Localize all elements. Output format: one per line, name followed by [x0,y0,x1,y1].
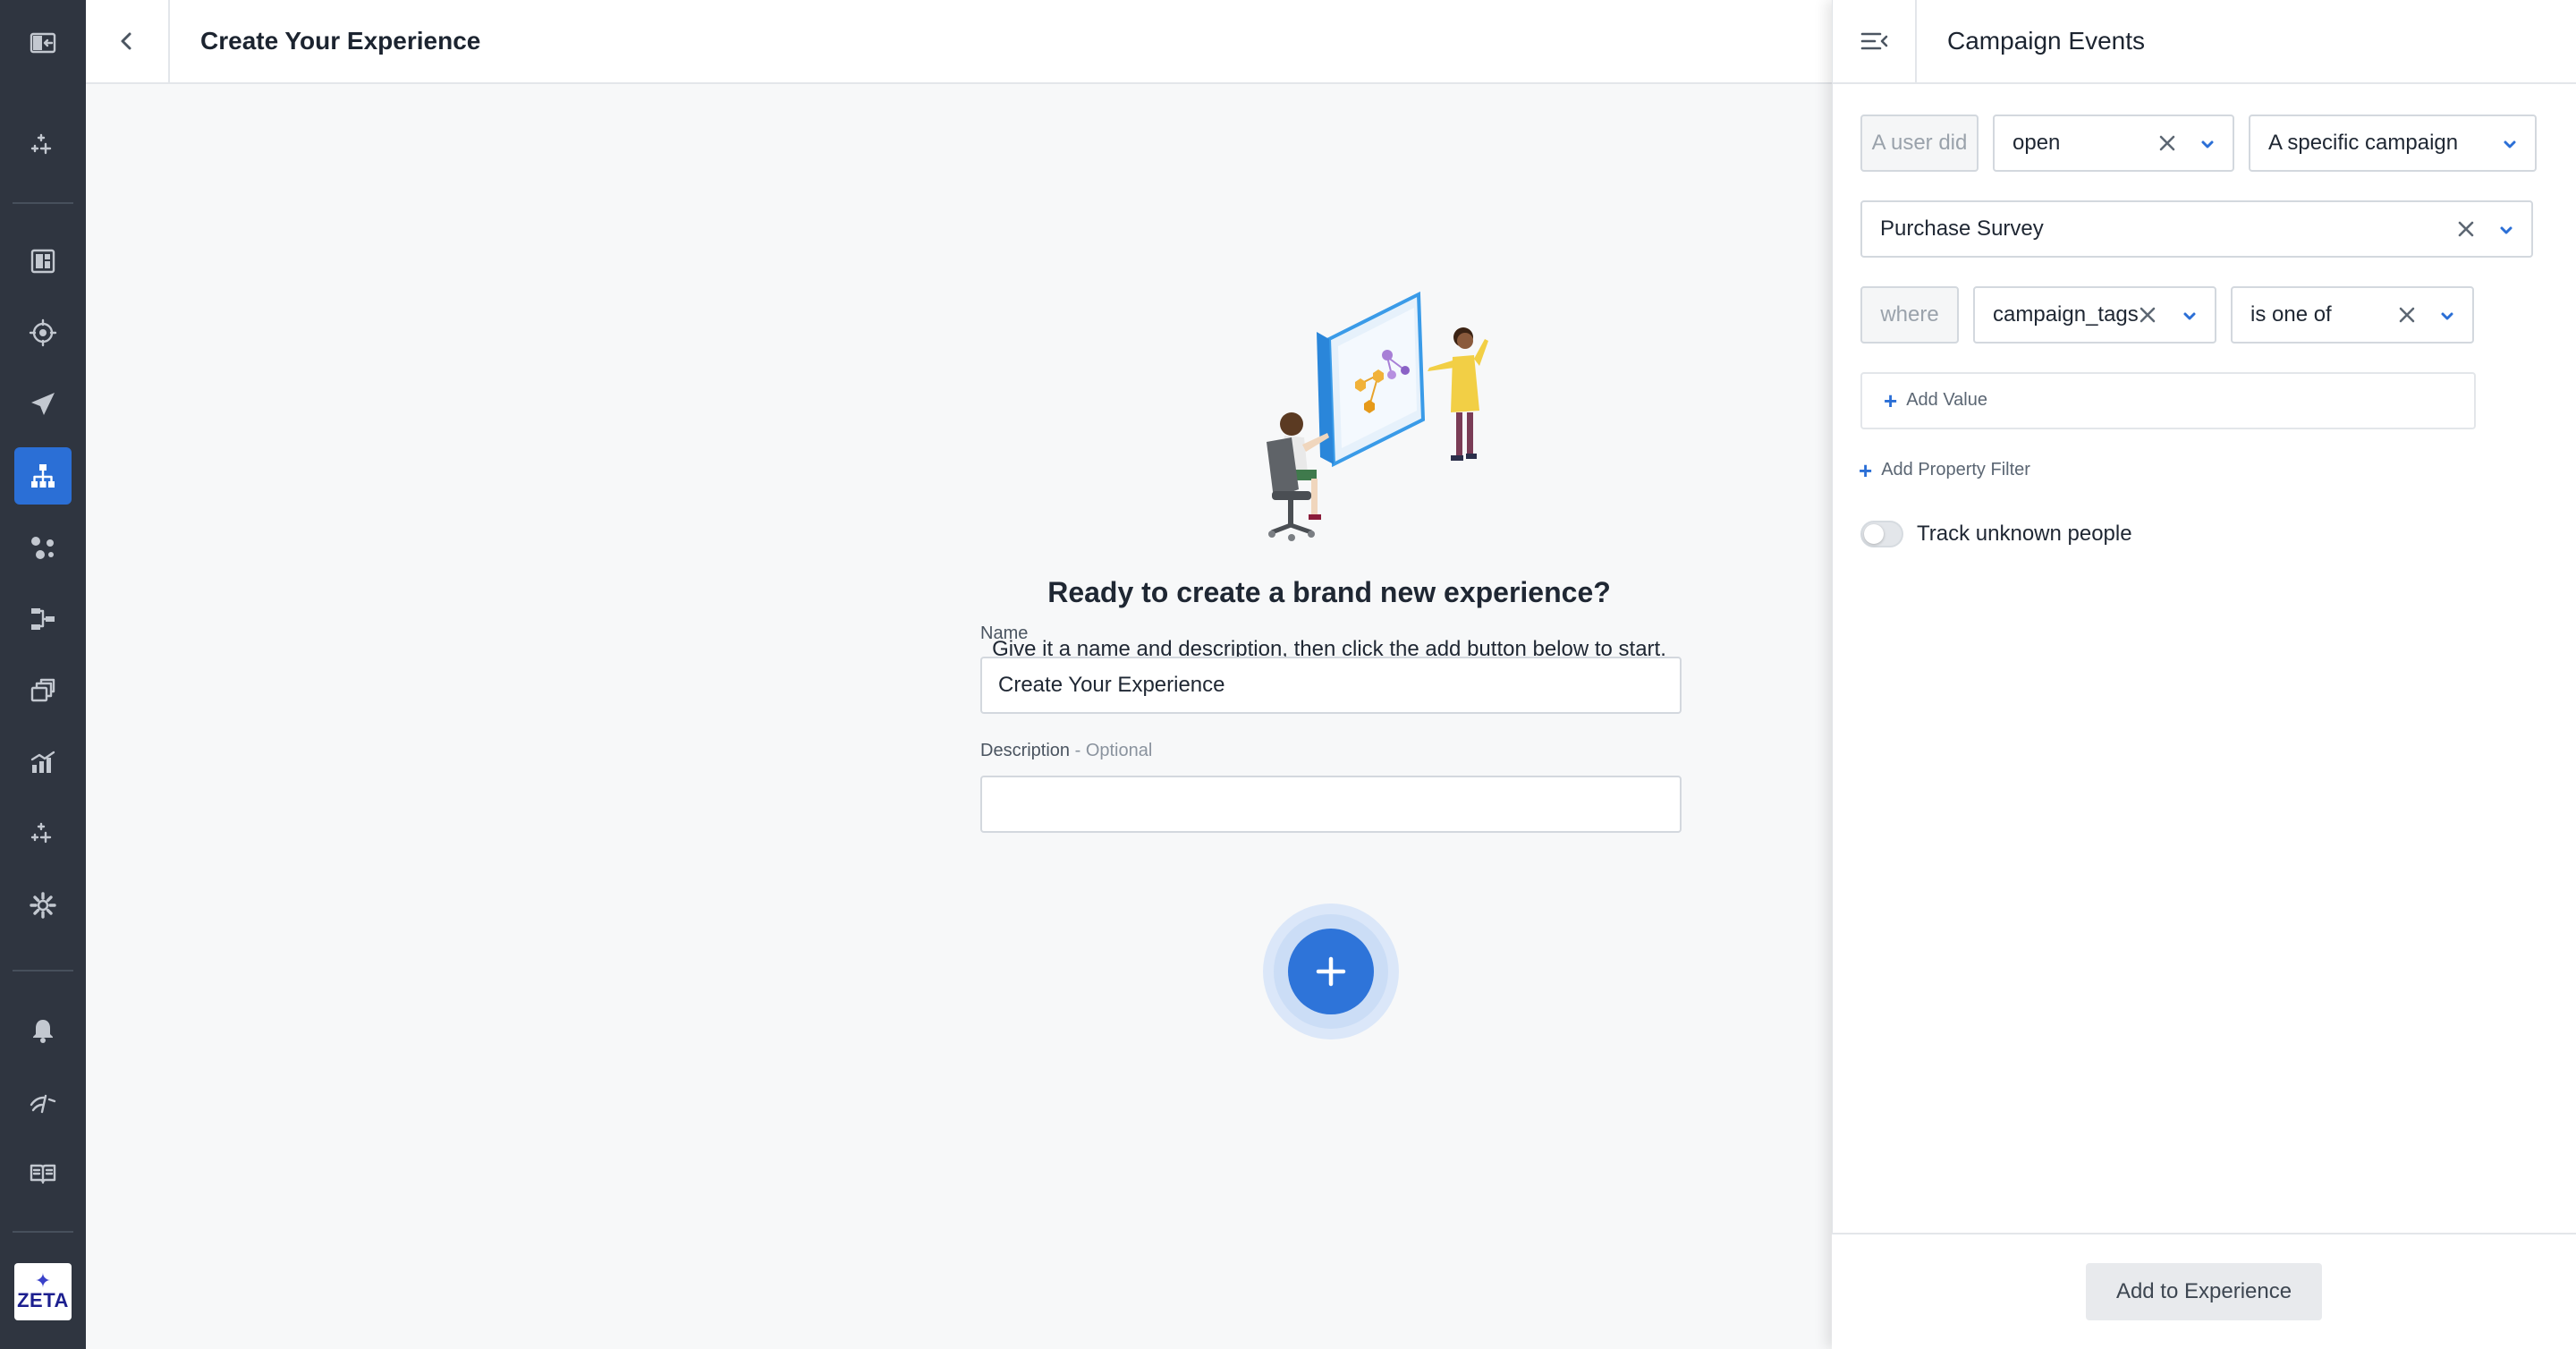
bell-icon[interactable] [14,1002,72,1059]
track-unknown-toggle[interactable] [1860,521,1903,547]
a-user-did-text: A user did [1871,131,1968,155]
add-button-halo [1263,904,1399,1039]
left-nav-rail: ✦ ZETA [0,0,86,1349]
book-icon[interactable] [14,1145,72,1202]
people-presentation-illustration [1267,291,1488,541]
plus-icon: + [1884,386,1898,414]
sparkle-icon[interactable] [14,116,72,174]
clear-action-icon[interactable] [2157,133,2177,153]
flow-icon[interactable] [14,590,72,648]
campaign-scope-select[interactable]: A specific campaign [2249,115,2537,172]
send-icon[interactable] [14,376,72,433]
clear-property-icon[interactable] [2138,305,2157,325]
rail-divider [13,1231,73,1233]
chevron-down-icon[interactable] [2199,134,2216,152]
target-icon[interactable] [14,304,72,361]
nodes-icon[interactable] [14,519,72,576]
add-button-ring [1274,914,1388,1029]
collapse-rail-icon[interactable] [14,14,72,72]
rail-divider [13,970,73,971]
chevron-down-icon[interactable] [2181,306,2199,324]
property-select[interactable]: campaign_tags [1973,286,2216,344]
name-input[interactable] [980,657,1682,714]
operator-select[interactable]: is one of [2231,286,2474,344]
description-input[interactable] [980,776,1682,833]
property-value: campaign_tags [1993,302,2139,327]
org-chart-icon[interactable] [14,447,72,505]
dashboard-icon[interactable] [14,233,72,290]
add-property-filter-label: Add Property Filter [1881,460,2030,479]
action-value: open [2012,131,2061,155]
toggle-knob [1864,524,1884,544]
plus-icon [1316,956,1346,987]
name-label-text: Name [980,624,1029,643]
add-experience-button[interactable] [1288,929,1374,1014]
signal-icon[interactable] [14,1073,72,1131]
add-value-label: Add Value [1906,390,1987,410]
campaign-scope-value: A specific campaign [2268,131,2459,155]
chevron-down-icon[interactable] [2501,134,2519,152]
optional-hint: - Optional [1070,741,1153,760]
rail-divider [13,202,73,204]
campaign-value: Purchase Survey [1880,216,2044,241]
chevron-down-icon[interactable] [2497,220,2515,238]
collapse-panel-button[interactable] [1833,0,1917,84]
add-property-filter-button[interactable]: + Add Property Filter [1859,456,2030,484]
description-label-text: Description [980,741,1071,760]
magic-icon[interactable] [14,805,72,862]
clear-operator-icon[interactable] [2397,305,2417,325]
action-select[interactable]: open [1993,115,2234,172]
description-label: Description - Optional [980,741,1152,761]
page-header: Create Your Experience [86,0,1832,84]
where-text: where [1880,302,1939,327]
back-button[interactable] [86,0,170,82]
zeta-logo-text: ZETA [17,1289,69,1311]
main-content: Ready to create a brand new experience? … [86,84,1832,1349]
chevron-left-icon [121,32,131,50]
layers-icon[interactable] [14,662,72,719]
name-label: Name [980,624,1028,644]
chevron-down-icon[interactable] [2438,306,2456,324]
campaign-select[interactable]: Purchase Survey [1860,200,2533,258]
clear-campaign-icon[interactable] [2456,219,2476,239]
menu-collapse-icon [1860,32,1888,50]
page-title: Create Your Experience [200,27,481,55]
operator-value: is one of [2250,302,2332,327]
zeta-logo[interactable]: ✦ ZETA [14,1263,72,1320]
a-user-did-label: A user did [1860,115,1979,172]
add-to-experience-button[interactable]: Add to Experience [2086,1263,2322,1320]
plus-icon: + [1859,456,1873,484]
settings-icon[interactable] [14,877,72,934]
zeta-mark-icon: ✦ [34,1269,52,1292]
add-value-button[interactable]: + Add Value [1884,386,1987,414]
track-unknown-label: Track unknown people [1917,522,2132,546]
analytics-icon[interactable] [14,734,72,791]
panel-title: Campaign Events [1947,27,2146,55]
where-label: where [1860,286,1959,344]
